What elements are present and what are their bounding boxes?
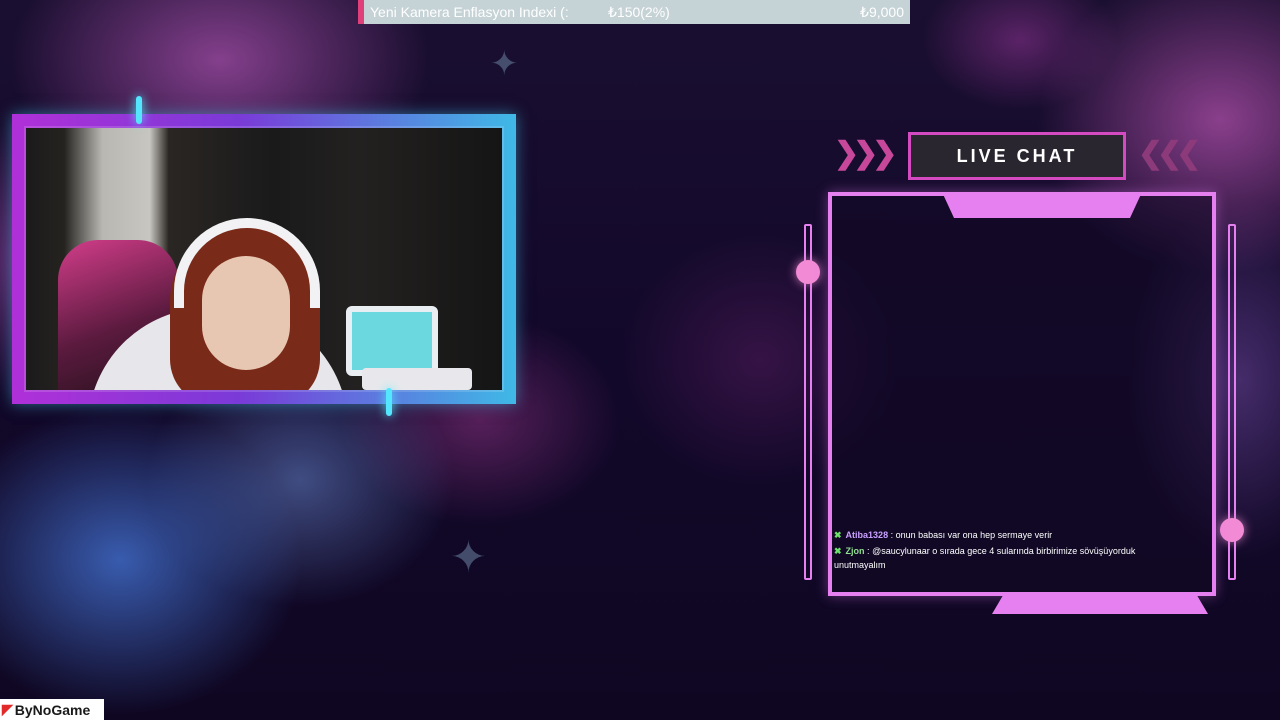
chat-message: ✖ Zjon : @saucylunaar o sırada gece 4 sul… <box>834 546 1136 570</box>
frame-glow-accent <box>386 388 392 416</box>
sparkle-icon: ✦ <box>450 533 487 582</box>
rail-knob-left <box>796 260 820 284</box>
chat-messages: ✖ Atiba1328 : onun babası var ona hep ser… <box>834 528 1164 574</box>
bynogame-logo: ◤ ByNoGame <box>0 699 104 720</box>
badge-icon: ✖ <box>834 546 842 556</box>
chat-box-bottom-tab <box>992 592 1208 614</box>
donation-ticker: Yeni Kamera Enflasyon Indexi (: ₺150(2%)… <box>358 0 910 24</box>
webcam-feed <box>26 128 502 390</box>
headset <box>174 218 320 308</box>
frame-glow-accent <box>136 96 142 124</box>
ticker-delta: ₺150(2%) <box>608 4 670 20</box>
chat-username: Atiba1328 <box>845 530 889 540</box>
mini-monitor <box>346 306 438 376</box>
chat-message: ✖ Atiba1328 : onun babası var ona hep ser… <box>834 530 1053 540</box>
chat-box-top-tab <box>942 192 1142 218</box>
rail-knob-right <box>1220 518 1244 542</box>
live-chat-header: LIVE CHAT <box>908 132 1126 180</box>
badge-icon: ✖ <box>834 530 842 540</box>
live-chat-title: LIVE CHAT <box>956 145 1078 166</box>
logo-mark-icon: ◤ <box>2 701 13 717</box>
chevron-left-icon: ❮❮❮ <box>1138 137 1201 170</box>
desk-item <box>362 368 472 390</box>
chat-text: @saucylunaar o sırada gece 4 sularında b… <box>834 546 1136 570</box>
ticker-total: ₺9,000 <box>860 4 904 20</box>
chevron-right-icon: ❯❯❯ <box>834 137 897 170</box>
ticker-title: Yeni Kamera Enflasyon Indexi (: <box>370 4 569 20</box>
chat-text: onun babası var ona hep sermaye verir <box>895 530 1053 540</box>
chat-username: Zjon <box>845 546 865 556</box>
webcam-frame <box>12 114 516 404</box>
logo-text: ByNoGame <box>14 701 91 718</box>
sparkle-icon: ✦ <box>490 45 519 83</box>
